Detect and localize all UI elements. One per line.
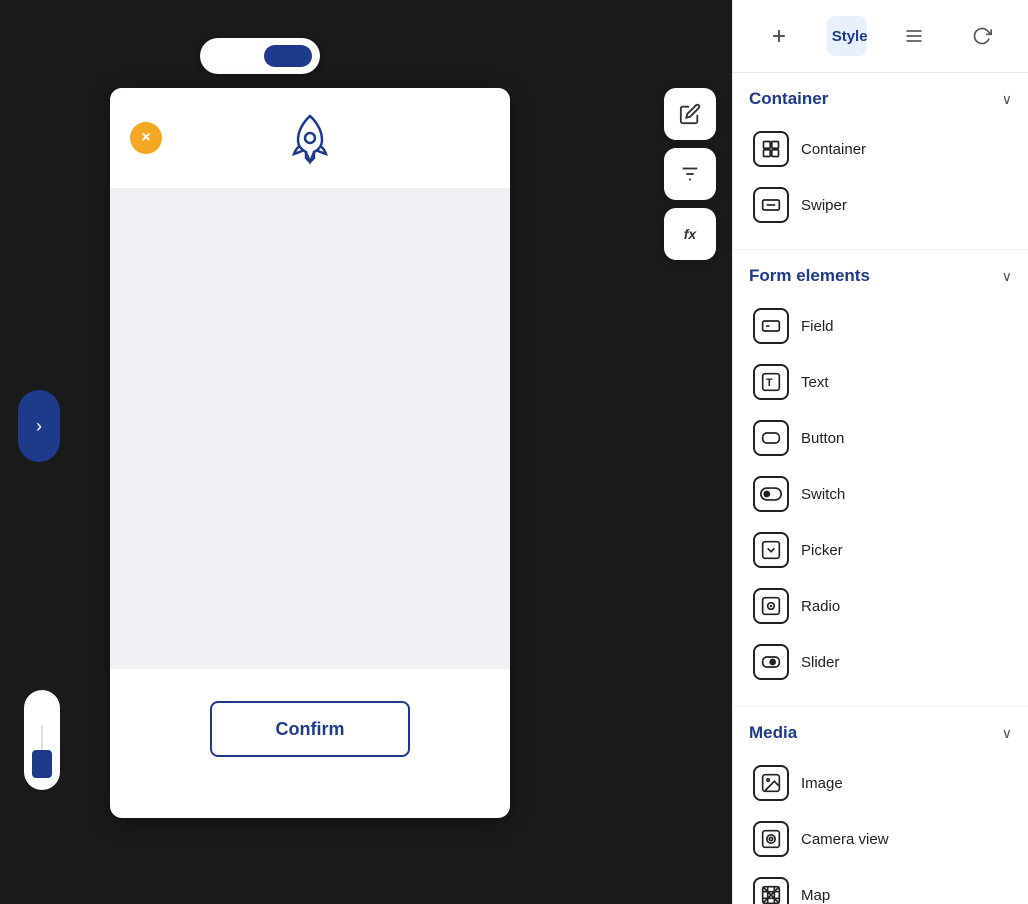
canvas-area: × Confirm (110, 88, 510, 818)
container-section-title: Container (749, 89, 828, 109)
edit-toolbar-button[interactable] (664, 88, 716, 140)
image-icon (753, 765, 789, 801)
scroll-handle (32, 750, 52, 778)
toggle-pill (264, 45, 312, 67)
chevron-right-icon: › (36, 416, 42, 437)
image-label: Image (801, 775, 843, 792)
close-button[interactable]: × (130, 122, 162, 154)
list-item[interactable]: Field (749, 298, 1012, 354)
left-arrow-button[interactable]: › (18, 390, 60, 462)
style-tab-label: Style (832, 28, 868, 45)
radio-icon (753, 588, 789, 624)
list-item[interactable]: Slider (749, 634, 1012, 690)
radio-label: Radio (801, 598, 840, 615)
slider-icon (753, 644, 789, 680)
camera-icon (753, 821, 789, 857)
confirm-label: Confirm (276, 719, 345, 740)
tab-style[interactable]: Style (827, 16, 867, 56)
slider-label: Slider (801, 654, 839, 671)
edit-icon (679, 103, 701, 125)
right-toolbar: fx (664, 88, 728, 260)
confirm-button[interactable]: Confirm (210, 701, 410, 757)
list-item[interactable]: Switch (749, 466, 1012, 522)
section-media: Media ∨ Image (733, 707, 1028, 904)
list-item[interactable]: Radio (749, 578, 1012, 634)
canvas-body (110, 189, 510, 669)
swiper-label: Swiper (801, 197, 847, 214)
map-label: Map (801, 887, 830, 904)
list-icon (904, 26, 924, 46)
button-label: Button (801, 430, 844, 447)
swiper-icon (753, 187, 789, 223)
canvas-footer: Confirm (110, 669, 510, 789)
list-item[interactable]: Image (749, 755, 1012, 811)
panel-header: Style (733, 0, 1028, 73)
filter-toolbar-button[interactable] (664, 148, 716, 200)
list-item[interactable]: Container (749, 121, 1012, 177)
switch-label: Switch (801, 486, 845, 503)
section-container: Container ∨ Container (733, 73, 1028, 250)
list-item[interactable]: Button (749, 410, 1012, 466)
left-scroll-indicator[interactable] (24, 690, 60, 790)
close-icon: × (141, 129, 150, 147)
list-item[interactable]: Swiper (749, 177, 1012, 233)
picker-label: Picker (801, 542, 843, 559)
form-section-title: Form elements (749, 266, 870, 286)
list-item[interactable]: T Text (749, 354, 1012, 410)
plus-icon (769, 26, 789, 46)
tab-add[interactable] (759, 16, 799, 56)
svg-text:T: T (766, 377, 773, 389)
media-chevron-icon: ∨ (1002, 725, 1012, 742)
form-chevron-icon: ∨ (1002, 268, 1012, 285)
logo-icon (280, 108, 340, 168)
field-icon (753, 308, 789, 344)
container-icon (753, 131, 789, 167)
picker-icon (753, 532, 789, 568)
list-item[interactable]: Picker (749, 522, 1012, 578)
form-section-header[interactable]: Form elements ∨ (749, 266, 1012, 286)
tab-refresh[interactable] (962, 16, 1002, 56)
formula-icon: fx (684, 226, 696, 242)
workspace: › × Confirm (0, 0, 1028, 904)
list-item[interactable]: Camera view (749, 811, 1012, 867)
text-label: Text (801, 374, 829, 391)
list-item[interactable]: Map (749, 867, 1012, 904)
container-label: Container (801, 141, 866, 158)
container-chevron-icon: ∨ (1002, 91, 1012, 108)
media-section-header[interactable]: Media ∨ (749, 723, 1012, 743)
refresh-icon (972, 26, 992, 46)
switch-icon (753, 476, 789, 512)
map-icon (753, 877, 789, 904)
formula-toolbar-button[interactable]: fx (664, 208, 716, 260)
media-section-title: Media (749, 723, 797, 743)
field-label: Field (801, 318, 834, 335)
top-toggle[interactable] (200, 38, 320, 74)
section-form-elements: Form elements ∨ Field T (733, 250, 1028, 707)
canvas-header: × (110, 88, 510, 189)
camera-label: Camera view (801, 831, 889, 848)
text-icon: T (753, 364, 789, 400)
filter-icon (679, 163, 701, 185)
container-section-header[interactable]: Container ∨ (749, 89, 1012, 109)
tab-list[interactable] (894, 16, 934, 56)
right-panel: Style Container ∨ (732, 0, 1028, 904)
button-icon (753, 420, 789, 456)
